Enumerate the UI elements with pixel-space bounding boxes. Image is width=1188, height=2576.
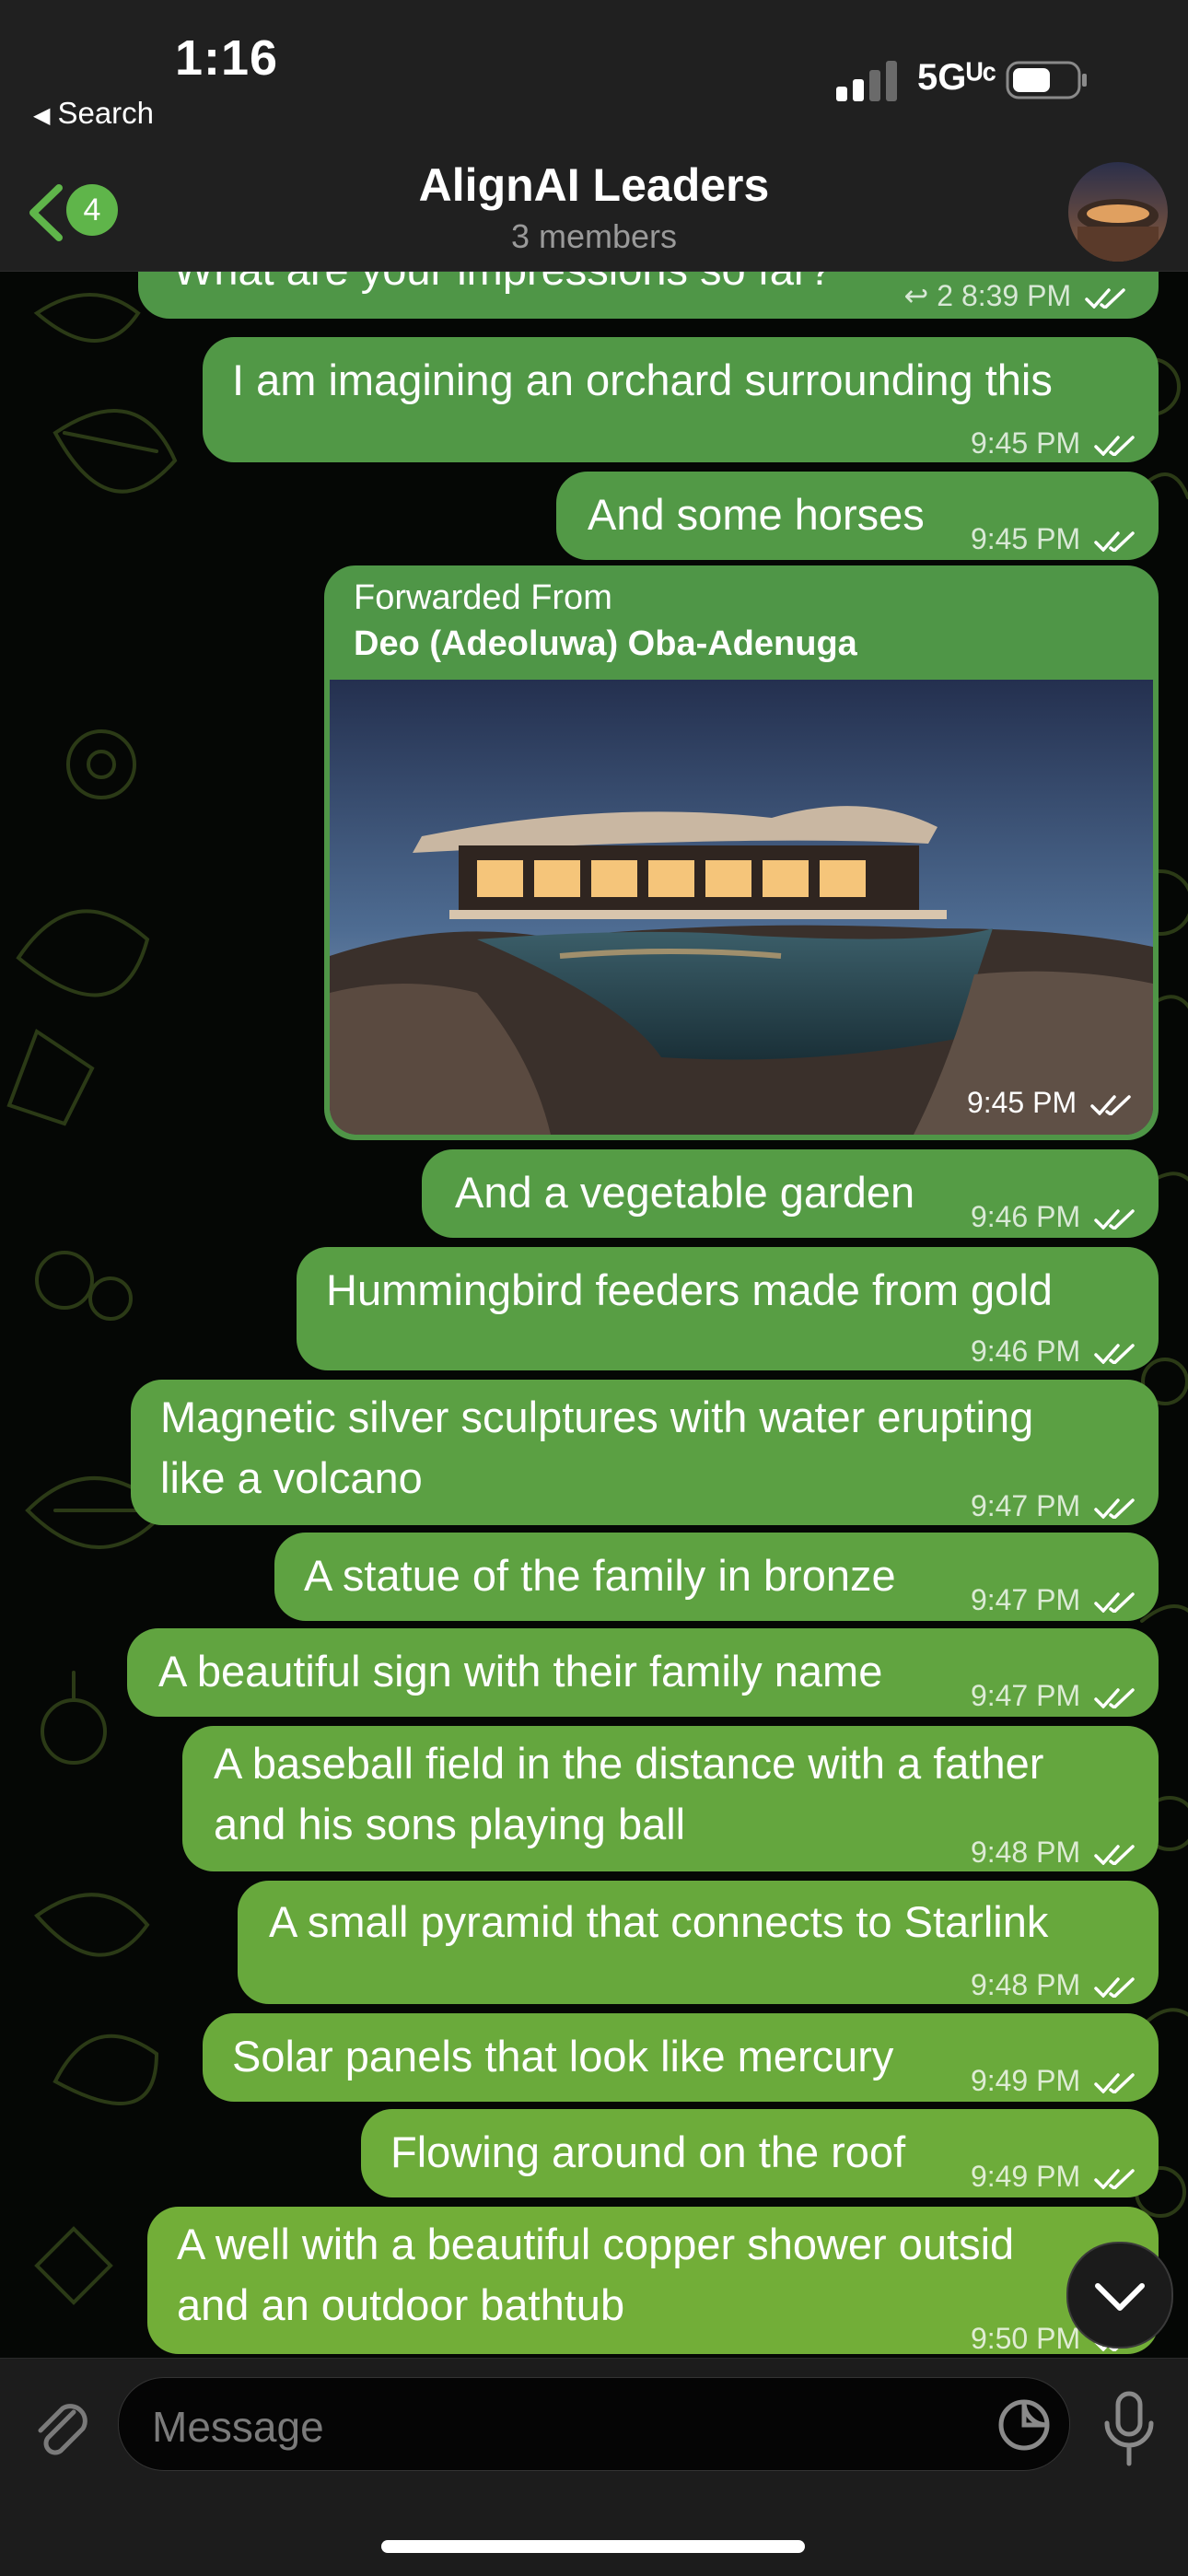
message-text-line-1: Magnetic silver sculptures with water er… bbox=[160, 1393, 1034, 1441]
chat-title[interactable]: AlignAI Leaders bbox=[0, 158, 1188, 212]
double-check-icon bbox=[1090, 1094, 1131, 1115]
scroll-to-bottom-button[interactable] bbox=[1066, 2242, 1173, 2349]
double-check-icon bbox=[1094, 1591, 1135, 1613]
message-text-line-1: A baseball field in the distance with a … bbox=[214, 1739, 1044, 1788]
message-time: 9:50 PM bbox=[970, 2322, 1081, 2355]
message-text: A small pyramid that connects to Starlin… bbox=[269, 1897, 1049, 1946]
message-bubble[interactable]: Hummingbird feeders made from gold 9:46 … bbox=[297, 1247, 1159, 1370]
message-meta: 9:45 PM bbox=[971, 413, 1136, 473]
double-check-icon bbox=[1094, 530, 1135, 552]
message-bubble[interactable]: A baseball field in the distance with a … bbox=[182, 1726, 1159, 1871]
message-meta: 9:48 PM bbox=[971, 1822, 1136, 1882]
message-time: 9:47 PM bbox=[970, 1489, 1081, 1522]
message-bubble[interactable]: A well with a beautiful copper shower ou… bbox=[147, 2207, 1159, 2355]
forwarded-sender[interactable]: Deo (Adeoluwa) Oba-Adenuga bbox=[354, 624, 857, 664]
message-text: I am imagining an orchard surrounding th… bbox=[232, 356, 1053, 404]
forwarded-photo-message[interactable]: Forwarded From Deo (Adeoluwa) Oba-Adenug… bbox=[324, 565, 1159, 1140]
message-meta: 9:46 PM bbox=[971, 1321, 1136, 1381]
message-bubble[interactable]: Solar panels that look like mercury 9:49… bbox=[203, 2013, 1159, 2102]
message-meta: 9:46 PM bbox=[971, 1186, 1136, 1247]
message-input[interactable]: Message bbox=[118, 2377, 1070, 2471]
message-bubble[interactable]: A statue of the family in bronze 9:47 PM bbox=[274, 1533, 1159, 1621]
message-time: 9:45 PM bbox=[966, 1086, 1077, 1119]
chat-subtitle: 3 members bbox=[510, 217, 678, 255]
message-meta: 9:49 PM bbox=[971, 2050, 1136, 2111]
house-photo[interactable] bbox=[330, 680, 1153, 1135]
message-time: 9:48 PM bbox=[970, 1968, 1081, 2001]
message-time: 9:49 PM bbox=[970, 2064, 1081, 2097]
message-meta: 9:45 PM bbox=[967, 1086, 1133, 1120]
message-bubble[interactable]: And a vegetable garden 9:46 PM bbox=[422, 1149, 1159, 1238]
message-time: 9:49 PM bbox=[970, 2160, 1081, 2193]
home-indicator[interactable] bbox=[381, 2540, 805, 2553]
message-meta: 9:47 PM bbox=[971, 1665, 1136, 1726]
message-time: 9:46 PM bbox=[970, 1200, 1081, 1233]
double-check-icon bbox=[1094, 2072, 1135, 2093]
message-text: Flowing around on the roof bbox=[390, 2127, 906, 2176]
message-bubble[interactable]: Magnetic silver sculptures with water er… bbox=[131, 1380, 1159, 1525]
cellular-signal-icon bbox=[836, 61, 897, 101]
double-check-icon bbox=[1094, 2168, 1135, 2189]
message-text: And a vegetable garden bbox=[455, 1168, 915, 1217]
double-check-icon bbox=[1094, 1208, 1135, 1230]
header-layer: 1:16 ◀ Search 5Gᵁᶜ 4 AlignAI Leaders 3 me… bbox=[0, 0, 1188, 271]
back-app-label: Search bbox=[57, 96, 155, 130]
message-bubble[interactable]: A beautiful sign with their family name … bbox=[127, 1628, 1159, 1717]
group-avatar[interactable] bbox=[1068, 162, 1168, 262]
forwarded-label: Forwarded From bbox=[354, 578, 612, 617]
message-time: 9:45 PM bbox=[970, 426, 1081, 460]
message-text: A statue of the family in bronze bbox=[304, 1551, 896, 1600]
message-time: 9:46 PM bbox=[970, 1335, 1081, 1368]
reply-count: 2 bbox=[937, 279, 954, 312]
message-text-line-2: and an outdoor bathtub bbox=[177, 2280, 625, 2329]
back-to-app-link[interactable]: ◀ Search bbox=[33, 96, 154, 131]
microphone-icon[interactable] bbox=[1101, 2390, 1157, 2467]
message-meta: 9:47 PM bbox=[971, 1569, 1136, 1630]
message-text-line-1: A well with a beautiful copper shower ou… bbox=[177, 2220, 1015, 2268]
double-check-icon bbox=[1094, 1343, 1135, 1364]
message-text: Hummingbird feeders made from gold bbox=[326, 1265, 1053, 1314]
message-bubble[interactable]: I am imagining an orchard surrounding th… bbox=[203, 337, 1159, 462]
message-bubble[interactable]: A small pyramid that connects to Starlin… bbox=[238, 1881, 1159, 2004]
double-check-icon bbox=[1094, 1844, 1135, 1865]
message-text: And some horses bbox=[588, 490, 925, 539]
message-meta: 9:48 PM bbox=[971, 1954, 1136, 2015]
message-bubble[interactable]: Flowing around on the roof 9:49 PM bbox=[361, 2109, 1159, 2197]
message-time: 8:39 PM bbox=[961, 279, 1072, 312]
status-time: 1:16 bbox=[175, 30, 279, 86]
message-meta: 9:45 PM bbox=[971, 508, 1136, 569]
message-text-line-2: and his sons playing ball bbox=[214, 1800, 686, 1848]
message-placeholder: Message bbox=[152, 2403, 324, 2451]
chevron-down-icon bbox=[1095, 2283, 1145, 2311]
back-triangle-icon: ◀ bbox=[33, 102, 51, 128]
double-check-icon bbox=[1094, 1976, 1135, 1998]
network-type: 5Gᵁᶜ bbox=[917, 57, 996, 98]
message-meta: 9:47 PM bbox=[971, 1475, 1136, 1536]
paperclip-icon[interactable] bbox=[26, 2392, 96, 2462]
message-time: 9:47 PM bbox=[970, 1583, 1081, 1616]
double-check-icon bbox=[1085, 287, 1125, 309]
message-time: 9:48 PM bbox=[970, 1836, 1081, 1869]
double-check-icon bbox=[1094, 1687, 1135, 1708]
double-check-icon bbox=[1094, 1498, 1135, 1519]
message-text: Solar panels that look like mercury bbox=[232, 2032, 894, 2081]
message-bubble[interactable]: And some horses 9:45 PM bbox=[556, 472, 1159, 560]
battery-icon bbox=[1006, 61, 1087, 99]
message-meta: 9:49 PM bbox=[971, 2146, 1136, 2207]
double-check-icon bbox=[1094, 435, 1135, 456]
message-time: 9:45 PM bbox=[970, 522, 1081, 555]
message-text-line-2: like a volcano bbox=[160, 1453, 423, 1502]
message-text: A beautiful sign with their family name bbox=[158, 1647, 883, 1696]
reply-arrow-icon: ↩ bbox=[903, 279, 929, 312]
message-meta: ↩ 2 8:39 PM bbox=[904, 265, 1127, 326]
message-time: 9:47 PM bbox=[970, 1679, 1081, 1712]
sticker-icon[interactable] bbox=[997, 2398, 1051, 2452]
